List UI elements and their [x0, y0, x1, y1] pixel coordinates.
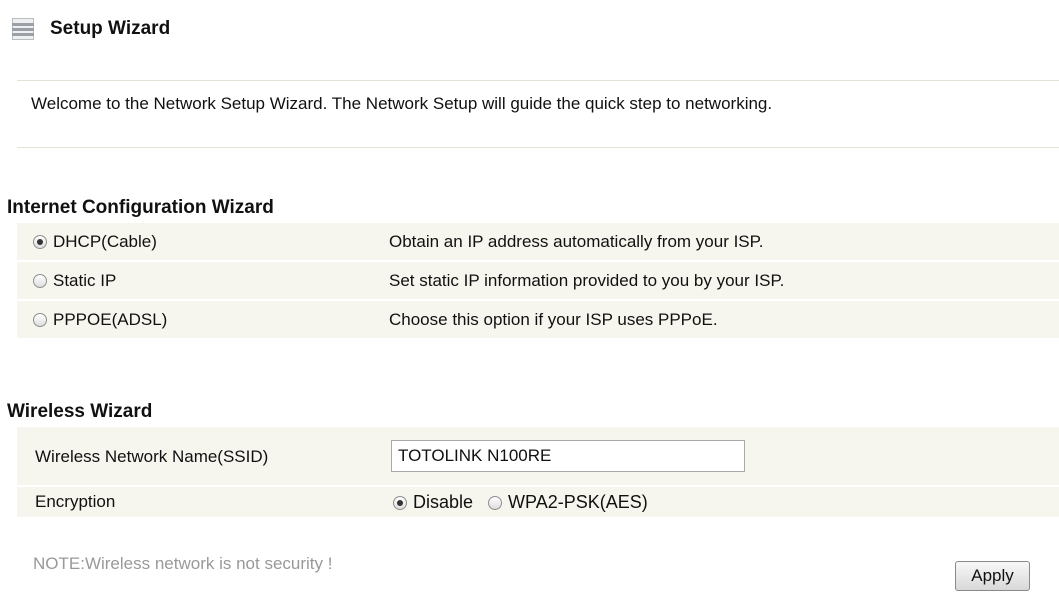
wpa2-radio[interactable]	[488, 495, 503, 510]
encryption-row: Encryption Disable WPA2-PSK(AES)	[17, 487, 1059, 517]
ssid-label: Wireless Network Name(SSID)	[17, 427, 369, 485]
disable-radio[interactable]	[393, 495, 407, 510]
static-ip-radio[interactable]	[33, 273, 47, 288]
apply-button[interactable]: Apply	[955, 561, 1030, 591]
pppoe-radio[interactable]	[33, 312, 47, 327]
pppoe-option[interactable]: PPPOE(ADSL)	[17, 301, 367, 338]
wpa2-label[interactable]: WPA2-PSK(AES)	[508, 492, 648, 512]
wizard-icon	[12, 18, 34, 40]
wireless-note: NOTE:Wireless network is not security !	[33, 554, 333, 573]
wireless-table: Wireless Network Name(SSID) Encryption D…	[17, 425, 1059, 519]
internet-option-static[interactable]: Static IP Set static IP information prov…	[17, 262, 1059, 299]
static-ip-label[interactable]: Static IP	[53, 271, 116, 290]
ssid-input[interactable]	[391, 440, 745, 472]
dhcp-description: Obtain an IP address automatically from …	[367, 223, 1059, 260]
disable-label[interactable]: Disable	[413, 492, 473, 512]
dhcp-option[interactable]: DHCP(Cable)	[17, 223, 367, 260]
static-ip-option[interactable]: Static IP	[17, 262, 367, 299]
pppoe-description: Choose this option if your ISP uses PPPo…	[367, 301, 1059, 338]
page-header: Setup Wizard	[12, 14, 170, 44]
internet-option-dhcp[interactable]: DHCP(Cable) Obtain an IP address automat…	[17, 223, 1059, 260]
static-ip-description: Set static IP information provided to yo…	[367, 262, 1059, 299]
internet-options-table: DHCP(Cable) Obtain an IP address automat…	[17, 221, 1059, 340]
pppoe-label[interactable]: PPPOE(ADSL)	[53, 310, 167, 329]
ssid-row: Wireless Network Name(SSID)	[17, 427, 1059, 485]
encryption-label: Encryption	[17, 487, 369, 517]
welcome-text: Welcome to the Network Setup Wizard. The…	[17, 80, 1059, 148]
dhcp-label[interactable]: DHCP(Cable)	[53, 232, 157, 251]
wireless-section-title: Wireless Wizard	[7, 401, 153, 422]
internet-section-title: Internet Configuration Wizard	[7, 197, 274, 218]
page-title: Setup Wizard	[50, 18, 171, 39]
dhcp-radio[interactable]	[33, 234, 47, 249]
internet-option-pppoe[interactable]: PPPOE(ADSL) Choose this option if your I…	[17, 301, 1059, 338]
